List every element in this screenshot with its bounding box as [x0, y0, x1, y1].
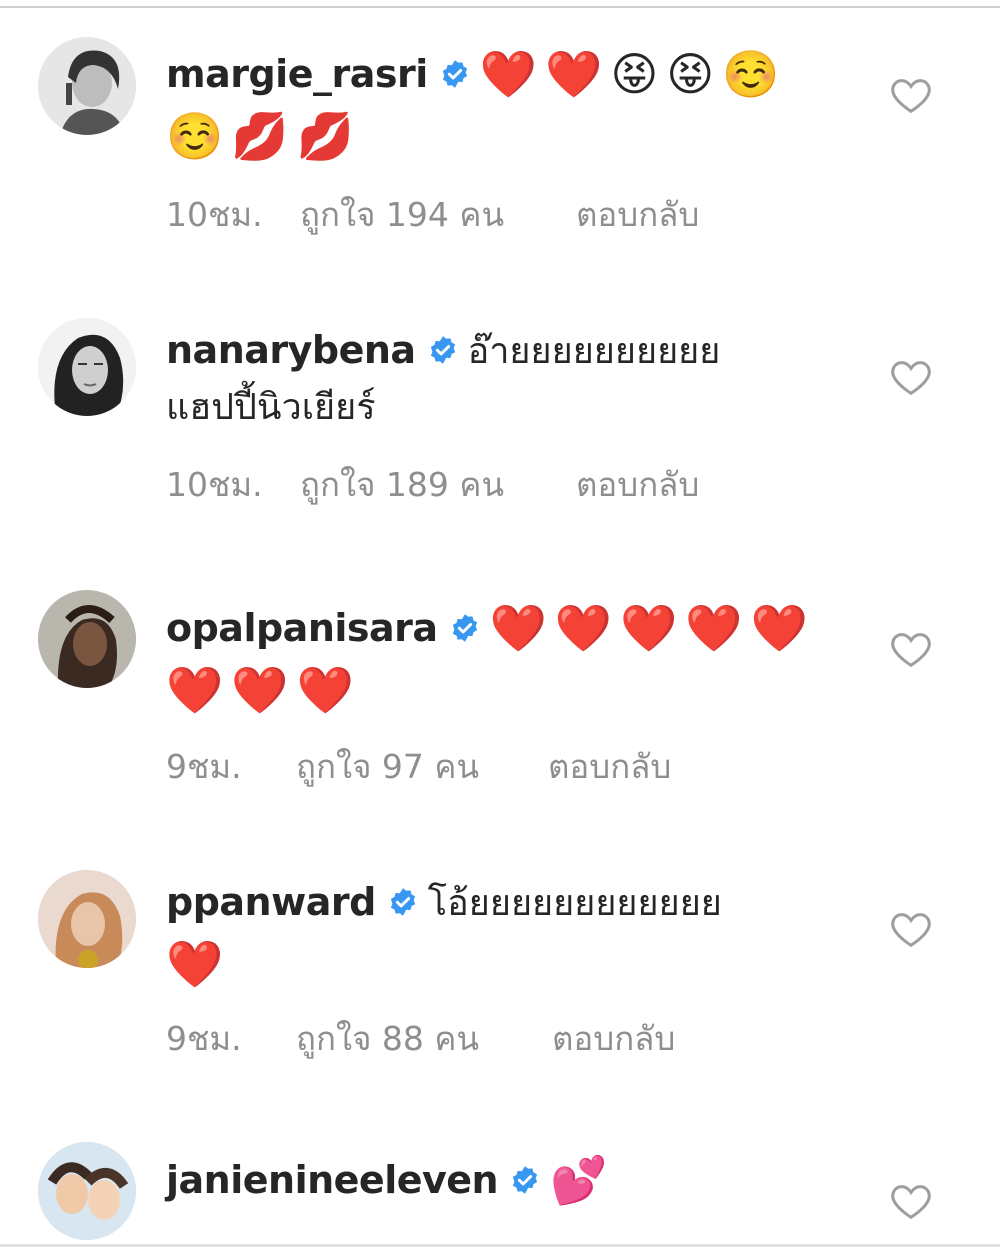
comment-time: 9ชม. — [166, 747, 242, 786]
emoji: 💋 — [296, 109, 354, 163]
comment-line-2: ❤️ — [166, 934, 231, 994]
username[interactable]: janienineeleven — [166, 1158, 499, 1202]
top-divider — [0, 6, 1000, 8]
comment-line-1: opalpanisara ❤️ ❤️ ❤️ ❤️ ❤️ — [166, 598, 816, 658]
reply-button[interactable]: ตอบกลับ — [548, 740, 671, 793]
likes-count[interactable]: ถูกใจ 88 คน — [296, 1012, 552, 1065]
avatar[interactable] — [38, 1142, 136, 1240]
verified-badge-icon — [390, 888, 415, 916]
emoji: 💕 — [550, 1153, 608, 1207]
comment-line-2: แฮปปี้นิวเยียร์ — [166, 376, 376, 436]
likes-count[interactable]: ถูกใจ 189 คน — [300, 458, 576, 511]
likes-count[interactable]: ถูกใจ 194 คน — [300, 188, 576, 241]
comment-line-1: janienineeleven 💕 — [166, 1150, 615, 1210]
comment-time: 10ชม. — [166, 195, 263, 234]
reply-button[interactable]: ตอบกลับ — [552, 1012, 675, 1065]
avatar[interactable] — [38, 590, 136, 688]
verified-badge-icon — [452, 614, 477, 642]
comment-time: 10ชม. — [166, 465, 263, 504]
like-heart-icon[interactable] — [888, 626, 934, 672]
comment-line-1: margie_rasri ❤️ ❤️ 😝 😝 ☺️ — [166, 44, 788, 104]
comment-time: 9ชม. — [166, 1019, 242, 1058]
emoji: ❤️ — [554, 601, 613, 655]
avatar[interactable] — [38, 318, 136, 416]
likes-count[interactable]: ถูกใจ 97 คน — [296, 740, 548, 793]
like-heart-icon[interactable] — [888, 72, 934, 118]
username[interactable]: nanarybena — [166, 328, 416, 372]
comment-line-1: ppanward โอ้ยยยยยยยยยยยย — [166, 872, 722, 932]
emoji: ☺️ — [722, 47, 780, 101]
comment-text: อ๊ายยยยยยยยยย — [467, 330, 721, 372]
username[interactable]: opalpanisara — [166, 606, 438, 650]
bottom-divider — [0, 1244, 1000, 1247]
emoji: ❤️ — [166, 937, 224, 991]
emoji: ❤️ — [685, 601, 743, 655]
emoji: ❤️ — [296, 663, 354, 717]
emoji: ❤️ — [166, 663, 224, 717]
emoji: ❤️ — [750, 601, 808, 655]
comment-line-1: nanarybena อ๊ายยยยยยยยยย — [166, 320, 720, 380]
username[interactable]: ppanward — [166, 880, 376, 924]
comment-line-2: ❤️ ❤️ ❤️ — [166, 660, 362, 720]
like-heart-icon[interactable] — [888, 354, 934, 400]
emoji: 😝 — [666, 47, 715, 101]
verified-badge-icon — [430, 336, 455, 364]
like-heart-icon[interactable] — [888, 1178, 934, 1224]
emoji: 😝 — [610, 47, 659, 101]
verified-badge-icon — [442, 60, 467, 88]
avatar[interactable] — [38, 37, 136, 135]
verified-badge-icon — [512, 1166, 538, 1194]
avatar[interactable] — [38, 870, 136, 968]
comment-text: แฮปปี้นิวเยียร์ — [166, 386, 376, 428]
comment-text: โอ้ยยยยยยยยยยยย — [427, 882, 722, 924]
comment-meta: 9ชม. ถูกใจ 88 คน ตอบกลับ — [166, 1012, 675, 1065]
username[interactable]: margie_rasri — [166, 52, 428, 96]
reply-button[interactable]: ตอบกลับ — [576, 188, 699, 241]
emoji: ☺️ — [166, 109, 224, 163]
comment-meta: 9ชม. ถูกใจ 97 คน ตอบกลับ — [166, 740, 671, 793]
emoji: ❤️ — [489, 601, 547, 655]
comment-line-2: ☺️ 💋 💋 — [166, 106, 362, 166]
emoji: ❤️ — [545, 47, 603, 101]
emoji: 💋 — [231, 109, 289, 163]
comment-meta: 10ชม. ถูกใจ 194 คน ตอบกลับ — [166, 188, 699, 241]
like-heart-icon[interactable] — [888, 906, 934, 952]
comment-meta: 10ชม. ถูกใจ 189 คน ตอบกลับ — [166, 458, 699, 511]
reply-button[interactable]: ตอบกลับ — [576, 458, 699, 511]
emoji: ❤️ — [231, 663, 289, 717]
emoji: ❤️ — [620, 601, 678, 655]
emoji: ❤️ — [479, 47, 538, 101]
